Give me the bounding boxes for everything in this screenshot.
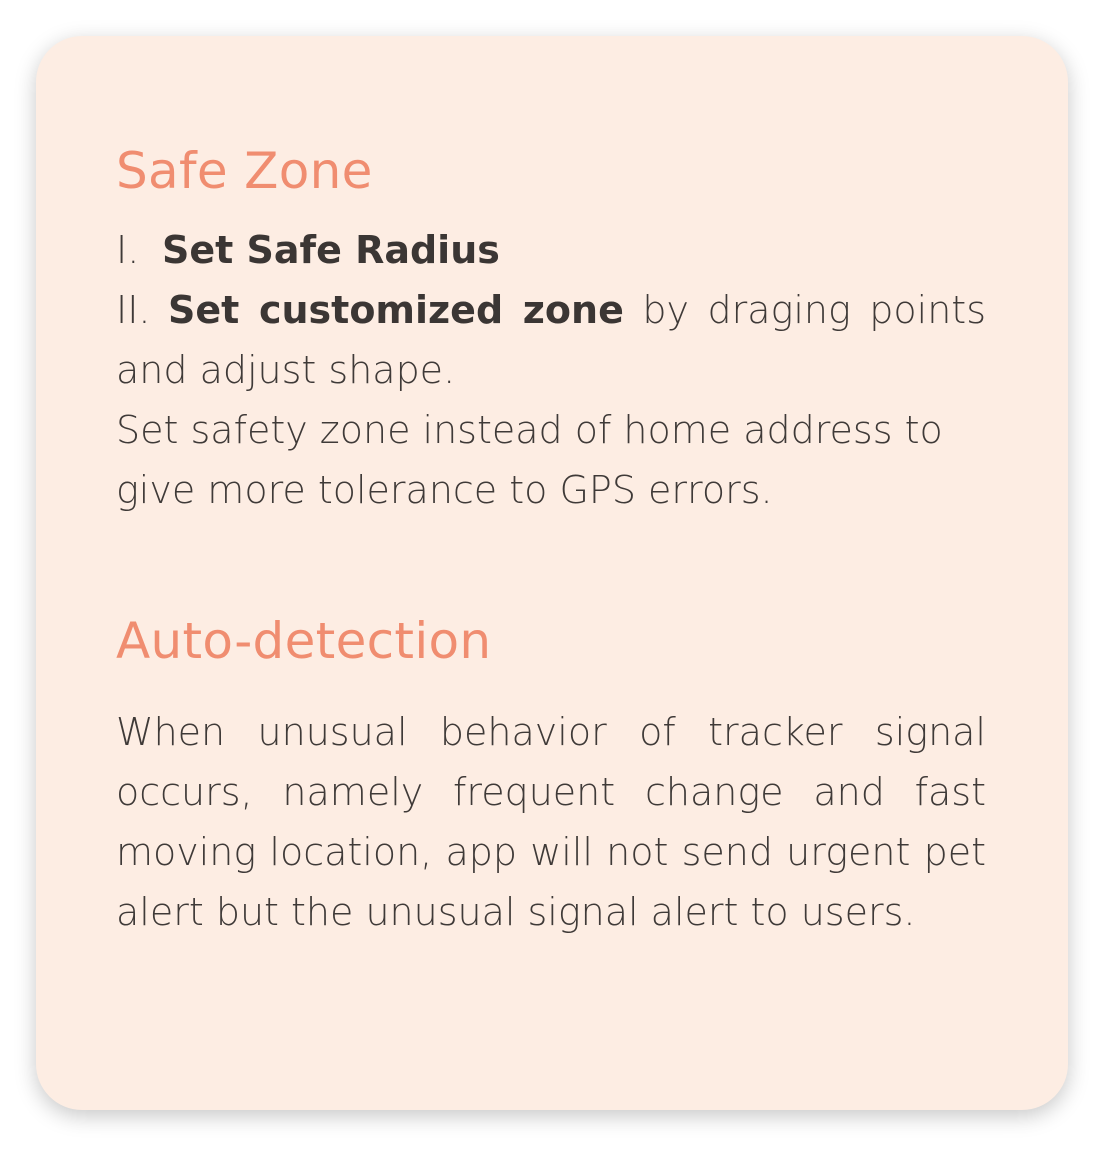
auto-detection-title: Auto-detection: [116, 612, 492, 670]
info-card: Safe Zone I. Set Safe Radius II. Set custo…: [36, 36, 1068, 1110]
safe-zone-title: Safe Zone: [116, 142, 373, 200]
safe-zone-note: Set safety zone instead of home address …: [116, 408, 943, 512]
item-1-numeral: I.: [116, 228, 140, 272]
safe-zone-item-1: I. Set Safe Radius: [116, 220, 986, 280]
safe-zone-content: I. Set Safe Radius II. Set customized zone…: [116, 220, 986, 520]
safe-zone-item-2: II. Set customized zone by draging points…: [116, 280, 986, 400]
item-2-numeral: II.: [116, 288, 151, 332]
set-customized-zone-label: Set customized zone: [168, 288, 624, 332]
auto-detection-body: When unusual behavior of tracker signal …: [116, 710, 986, 934]
set-safe-radius-label: Set Safe Radius: [162, 228, 500, 272]
